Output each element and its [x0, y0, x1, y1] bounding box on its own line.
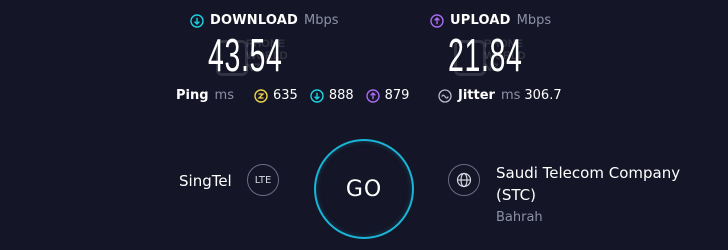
download-unit: Mbps: [304, 13, 339, 28]
go-button[interactable]: GO: [314, 139, 414, 239]
ping-idle: 635: [254, 88, 298, 103]
jitter-label: Jitter: [458, 88, 495, 103]
jitter-row: Jitter ms 306.7: [438, 88, 562, 103]
upload-unit: Mbps: [516, 13, 552, 28]
upload-arrow-icon: [430, 13, 444, 28]
ping-upload: 879: [365, 88, 409, 103]
server-location: Bahrah: [496, 210, 543, 225]
jitter-icon: [438, 88, 452, 103]
download-latency-icon: [310, 88, 324, 103]
idle-latency-icon: [254, 88, 268, 103]
ping-unit: ms: [214, 88, 234, 103]
jitter-value: 306.7: [524, 88, 562, 103]
server-info[interactable]: Saudi Telecom Company (STC) Bahrah: [496, 162, 680, 225]
server-globe-badge[interactable]: [448, 164, 480, 196]
download-value: 43.54: [208, 29, 283, 81]
globe-icon: [456, 172, 472, 188]
upload-latency-icon: [365, 88, 380, 103]
upload-value: 21.84: [448, 29, 523, 81]
lte-badge: LTE: [247, 164, 279, 196]
ping-label: Ping: [176, 88, 209, 103]
ping-download: 888: [310, 88, 354, 103]
carrier-name: SingTel: [179, 172, 232, 190]
upload-label: UPLOAD: [450, 13, 511, 28]
download-arrow-icon: [190, 13, 204, 28]
jitter-unit: ms: [500, 88, 521, 103]
server-name-line2: (STC): [496, 186, 536, 204]
ping-row: Ping ms 635 888 879: [176, 88, 409, 103]
download-label: DOWNLOAD: [210, 13, 299, 28]
server-name-line1: Saudi Telecom Company: [496, 164, 681, 182]
download-header: DOWNLOAD Mbps: [190, 13, 339, 28]
upload-header: UPLOAD Mbps: [430, 13, 551, 28]
